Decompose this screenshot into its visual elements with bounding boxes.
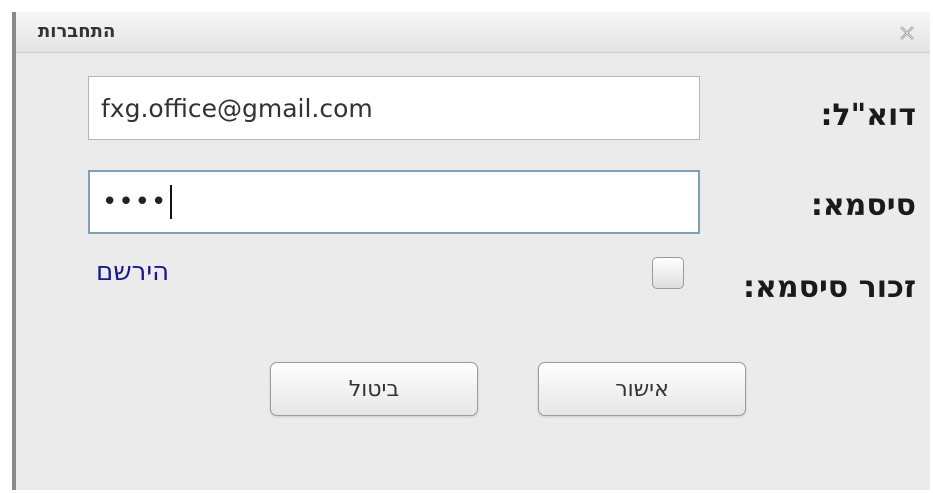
dialog-title: התחברות: [38, 21, 116, 42]
login-dialog: התחברות fxg.office@gmail.com דוא"ל: ••••…: [12, 12, 930, 490]
register-link[interactable]: הירשם: [96, 257, 169, 287]
email-field[interactable]: fxg.office@gmail.com: [88, 76, 700, 140]
cancel-button[interactable]: ביטול: [270, 362, 478, 416]
email-value: fxg.office@gmail.com: [101, 93, 373, 123]
text-caret: [170, 185, 173, 219]
email-label: דוא"ל:: [820, 98, 916, 133]
title-bar[interactable]: התחברות: [16, 12, 930, 53]
remember-password-label: זכור סיסמא:: [743, 270, 916, 305]
close-icon[interactable]: [896, 22, 918, 44]
ok-button[interactable]: אישור: [538, 362, 746, 416]
password-field[interactable]: ••••: [88, 170, 700, 234]
remember-password-checkbox[interactable]: [652, 257, 684, 289]
password-label: סיסמא:: [810, 188, 916, 223]
password-value: ••••: [102, 187, 168, 217]
